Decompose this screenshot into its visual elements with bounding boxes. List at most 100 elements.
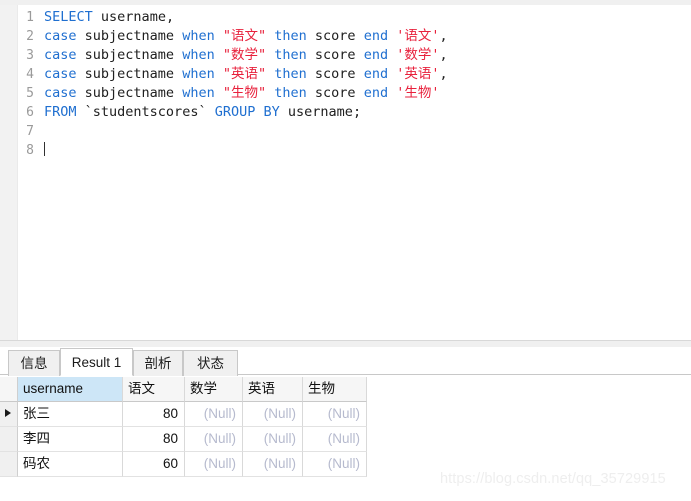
line-number: 1 xyxy=(26,10,34,25)
row-indicator-cell[interactable] xyxy=(0,402,18,427)
grid-cell[interactable]: (Null) xyxy=(243,402,303,427)
code-line[interactable]: 2 case subjectname when "语文" then score e… xyxy=(0,27,691,46)
code-token-id: score xyxy=(314,66,356,82)
code-line[interactable]: 6 FROM `studentscores` GROUP BY username; xyxy=(0,103,691,122)
code-token-kw: case xyxy=(44,28,77,44)
code-line[interactable]: 3 case subjectname when "数学" then score e… xyxy=(0,46,691,65)
grid-cell[interactable]: (Null) xyxy=(185,452,243,477)
column-header-2[interactable]: 语文 xyxy=(123,377,185,402)
results-grid[interactable]: username 语文 数学 英语 生物 张三 80 (Null) (Null) (Null) 李四… xyxy=(0,377,367,477)
code-token-op: , xyxy=(165,9,175,25)
grid-cell[interactable]: 张三 xyxy=(18,402,123,427)
code-token-id: subjectname xyxy=(84,85,175,101)
grid-cell[interactable]: (Null) xyxy=(303,427,367,452)
grid-cell[interactable]: (Null) xyxy=(303,452,367,477)
grid-cell[interactable]: 80 xyxy=(123,402,185,427)
code-token-id: username xyxy=(100,9,166,25)
line-number: 8 xyxy=(26,143,34,158)
code-token-id: score xyxy=(314,85,356,101)
grid-cell[interactable]: (Null) xyxy=(185,427,243,452)
grid-cell[interactable]: 80 xyxy=(123,427,185,452)
code-token-id: subjectname xyxy=(84,66,175,82)
sql-code-area[interactable]: 1 SELECT username, 2 case subjectname when … xyxy=(0,8,691,160)
code-token-alias: '英语' xyxy=(396,66,440,82)
row-indicator-cell[interactable] xyxy=(0,427,18,452)
results-tab-bar: 信息 Result 1 剖析 状态 xyxy=(0,348,691,376)
line-number: 4 xyxy=(26,67,34,82)
code-token-op: , xyxy=(439,47,448,63)
sql-editor[interactable]: 1 SELECT username, 2 case subjectname when … xyxy=(0,5,691,340)
code-token-op: ; xyxy=(352,104,362,120)
code-line[interactable]: 7 xyxy=(0,122,691,141)
code-token-str: "生物" xyxy=(222,85,267,101)
code-line[interactable]: 8 xyxy=(0,141,691,160)
grid-cell[interactable]: (Null) xyxy=(243,427,303,452)
code-token-kw: end xyxy=(363,28,389,44)
table-row[interactable]: 李四 80 (Null) (Null) (Null) xyxy=(0,427,367,452)
table-row[interactable]: 码农 60 (Null) (Null) (Null) xyxy=(0,452,367,477)
code-line[interactable]: 5 case subjectname when "生物" then score e… xyxy=(0,84,691,103)
code-token-kw: then xyxy=(274,28,307,44)
column-header-5[interactable]: 生物 xyxy=(303,377,367,402)
code-line[interactable]: 1 SELECT username, xyxy=(0,8,691,27)
column-header-3[interactable]: 数学 xyxy=(185,377,243,402)
text-cursor xyxy=(44,142,45,156)
line-number: 5 xyxy=(26,86,34,101)
grid-cell[interactable]: (Null) xyxy=(243,452,303,477)
code-token-id: `studentscores` xyxy=(84,104,207,120)
grid-cell[interactable]: (Null) xyxy=(185,402,243,427)
code-token-op: , xyxy=(439,66,448,82)
grid-cell[interactable]: (Null) xyxy=(303,402,367,427)
grid-cell[interactable]: 李四 xyxy=(18,427,123,452)
watermark-text: https://blog.csdn.net/qq_35729915 xyxy=(440,471,666,487)
table-row[interactable]: 张三 80 (Null) (Null) (Null) xyxy=(0,402,367,427)
results-tab-1[interactable]: 信息 xyxy=(8,350,60,376)
column-header-1[interactable]: username xyxy=(18,377,123,402)
grid-header-row: username 语文 数学 英语 生物 xyxy=(0,377,367,402)
results-tab-4[interactable]: 状态 xyxy=(183,350,238,376)
code-token-str: "英语" xyxy=(222,66,267,82)
code-token-kw: BY xyxy=(263,104,280,120)
code-token-op: , xyxy=(439,28,448,44)
code-token-kw: case xyxy=(44,66,77,82)
code-token-kw: case xyxy=(44,85,77,101)
code-token-id: subjectname xyxy=(84,28,175,44)
grid-cell[interactable]: 60 xyxy=(123,452,185,477)
column-header-4[interactable]: 英语 xyxy=(243,377,303,402)
results-tab-3[interactable]: 剖析 xyxy=(133,350,183,376)
grid-cell[interactable]: 码农 xyxy=(18,452,123,477)
row-indicator-cell[interactable] xyxy=(0,452,18,477)
results-tab-2[interactable]: Result 1 xyxy=(60,348,133,376)
code-token-kw: then xyxy=(274,85,307,101)
panel-divider[interactable] xyxy=(0,340,691,347)
code-token-alias: '语文' xyxy=(396,28,440,44)
code-token-kw: when xyxy=(182,85,215,101)
code-token-id: username xyxy=(287,104,353,120)
code-line[interactable]: 4 case subjectname when "英语" then score e… xyxy=(0,65,691,84)
